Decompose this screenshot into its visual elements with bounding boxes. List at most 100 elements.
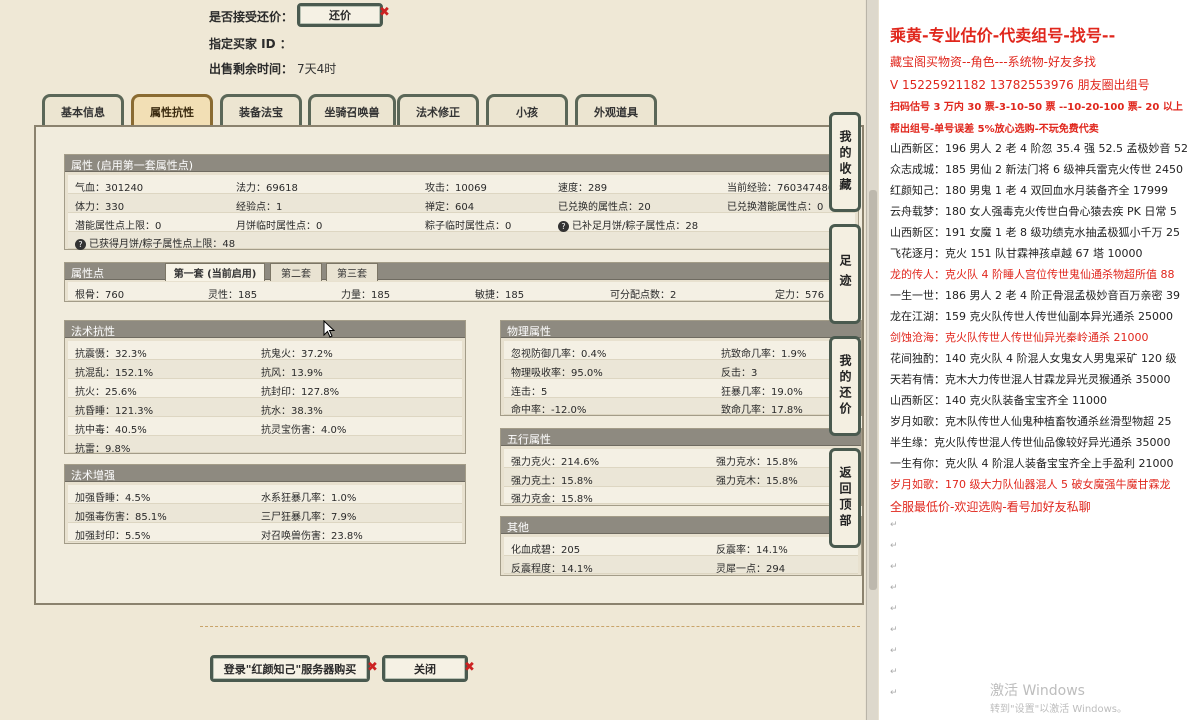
enhance-cell: 加强封印：5.5% (75, 531, 151, 542)
paragraph-mark-icon: ↵ (890, 625, 898, 635)
buyer-id-label: 指定买家 ID ： (209, 37, 292, 51)
points-box: 属性点 第一套 (当前启用) 第二套 第三套 根骨：760 灵性：185 力量：… (64, 262, 859, 302)
notes-item: 红颜知己：180 男鬼 1 老 4 双回血水月装备齐全 17999 (890, 184, 1168, 197)
resist-cell: 抗雷：9.8% (75, 444, 131, 455)
notes-item: 云舟载梦：180 女人强毒克火传世白骨心猿去疾 PK 日常 5 (890, 205, 1177, 218)
pt-bone: 根骨：760 (75, 290, 125, 301)
notes-item: 一生一世：186 男人 2 老 4 阶正骨混孟极妙音百万亲密 39 (890, 289, 1180, 302)
notes-item: 众志成城：185 男仙 2 新法门将 6 级神兵雷克火传世 2450 (890, 163, 1183, 176)
resist-cell: 抗中毒：40.5% (75, 425, 147, 436)
resist-cell: 抗灵宝伤害：4.0% (261, 425, 347, 436)
help-icon[interactable]: ? (75, 238, 86, 250)
tab-mounts[interactable]: 坐骑召唤兽 (308, 94, 396, 126)
notes-line: 扫码估号 3 万内 30 票-3-10-50 票 --10-20-100 票- … (890, 102, 1183, 113)
back-to-top-button[interactable]: 返回顶部 (829, 448, 861, 548)
resist-cell: 抗昏睡：121.3% (75, 406, 154, 417)
physical-cell: 致命几率：17.8% (721, 405, 803, 416)
tab-attributes[interactable]: 属性抗性 (131, 94, 213, 126)
notes-footer: 全服最低价-欢迎选购-看号加好友私聊 (890, 500, 1091, 514)
stat-limit: ? 已获得月饼/粽子属性点上限：48 (75, 235, 235, 250)
physical-title: 物理属性 (501, 321, 861, 338)
stat-redeemed-potential: 已兑换潜能属性点：0 (727, 202, 824, 213)
physical-cell: 连击：5 (511, 387, 548, 398)
physical-cell: 忽视防御几率：0.4% (511, 349, 607, 360)
notes-line: 帮出组号-单号误差 5%放心选购-不玩免费代卖 (890, 124, 1099, 135)
tab-basic[interactable]: 基本信息 (42, 94, 124, 126)
my-favorites-button[interactable]: 我的收藏 (829, 112, 861, 212)
resist-cell: 抗混乱：152.1% (75, 368, 154, 379)
notes-item: 一生有你：克火队 4 阶混人装备宝宝齐全上手盈利 21000 (890, 457, 1174, 470)
footprints-button[interactable]: 足迹 (829, 224, 861, 324)
tab-equipment[interactable]: 装备法宝 (220, 94, 302, 126)
resist-cell: 抗水：38.3% (261, 406, 323, 417)
notes-line: 藏宝阁买物资--角色---系统物-好友多找 (890, 55, 1096, 69)
notes-title: 乘黄-专业估价-代卖组号-找号-- (890, 26, 1116, 45)
counter-offer-button[interactable]: 还价 (297, 3, 383, 27)
tab-children[interactable]: 小孩 (486, 94, 568, 126)
resist-cell: 抗震慑：32.3% (75, 349, 147, 360)
scrollbar[interactable] (866, 0, 878, 720)
login-buy-button[interactable]: 登录"红颜知己"服务器购买 (210, 655, 370, 682)
notes-item: 飞花逐月：克火 151 队甘霖神孩卓越 67 塔 10000 (890, 247, 1143, 260)
elements-box: 五行属性 强力克火：214.6% 强力克水：15.8% 强力克土：15.8% 强… (500, 428, 862, 506)
paragraph-mark-icon: ↵ (890, 541, 898, 551)
attributes-box: 属性 (启用第一套属性点) 气血：301240 法力：69618 攻击：1006… (64, 154, 859, 250)
stat-potential-limit: 潜能属性点上限：0 (75, 221, 162, 232)
stat-speed: 速度：289 (558, 183, 608, 194)
stat-zen: 禅定：604 (425, 202, 475, 213)
pt-strength: 力量：185 (341, 290, 391, 301)
subtab-set3[interactable]: 第三套 (326, 263, 378, 281)
help-icon[interactable]: ? (558, 220, 569, 232)
notes-item: 花间独酌：140 克火队 4 阶混人女鬼女人男鬼采矿 120 级 (890, 352, 1177, 365)
notes-item: 岁月如歌：170 级大力队仙器混人 5 破女魔强牛魔甘霖龙 (890, 478, 1171, 491)
enhance-cell: 对召唤兽伤害：23.8% (261, 531, 363, 542)
attributes-title: 属性 (启用第一套属性点) (65, 155, 858, 172)
paragraph-mark-icon: ↵ (890, 688, 898, 698)
time-left-label: 出售剩余时间： (209, 62, 294, 76)
pt-agility: 敏捷：185 (475, 290, 525, 301)
stat-mooncake: 月饼临时属性点：0 (236, 221, 323, 232)
tab-spell-mod[interactable]: 法术修正 (397, 94, 479, 126)
paragraph-mark-icon: ↵ (890, 583, 898, 593)
notes-item: 山西新区：140 克火队装备宝宝齐全 11000 (890, 394, 1107, 407)
physical-cell: 物理吸收率：95.0% (511, 368, 603, 379)
physical-cell: 反击：3 (721, 368, 758, 379)
physical-cell: 抗致命几率：1.9% (721, 349, 807, 360)
other-cell: 反震率：14.1% (716, 545, 788, 556)
physical-cell: 狂暴几率：19.0% (721, 387, 803, 398)
pt-spirit: 灵性：185 (208, 290, 258, 301)
main-pane: 是否接受还价： 还价 ✖ 指定买家 ID ： 出售剩余时间： 7天4时 基本信息… (0, 0, 865, 720)
notes-item: 龙的传人：克火队 4 阶睡人宫位传世鬼仙通杀物超所值 88 (890, 268, 1175, 281)
paragraph-mark-icon: ↵ (890, 562, 898, 572)
other-cell: 灵犀一点：294 (716, 564, 786, 575)
notes-document: 乘黄-专业估价-代卖组号-找号-- 藏宝阁买物资--角色---系统物-好友多找 … (879, 0, 1188, 720)
elements-title: 五行属性 (501, 429, 861, 446)
mouse-cursor-icon (323, 320, 335, 338)
resist-cell: 抗封印：127.8% (261, 387, 340, 398)
time-left-value: 7天4时 (297, 62, 337, 76)
paragraph-mark-icon: ↵ (890, 520, 898, 530)
element-cell: 强力克木：15.8% (716, 476, 798, 487)
close-button[interactable]: 关闭 (382, 655, 468, 682)
notes-item: 岁月如歌：克木队传世人仙鬼种植畜牧通杀丝滑型物超 25 (890, 415, 1172, 428)
notes-line: V 15225921182 13782553976 朋友圈出组号 (890, 78, 1150, 92)
other-cell: 反震程度：14.1% (511, 564, 593, 575)
resist-box: 法术抗性 抗震慑：32.3% 抗鬼火：37.2% 抗混乱：152.1% 抗风：1… (64, 320, 466, 455)
enhance-cell: 水系狂暴几率：1.0% (261, 493, 357, 504)
other-box: 其他 化血成碧：205 反震率：14.1% 反震程度：14.1% 灵犀一点：29… (500, 516, 862, 576)
pt-free: 可分配点数：2 (610, 290, 677, 301)
element-cell: 强力克土：15.8% (511, 476, 593, 487)
physical-box: 物理属性 忽视防御几率：0.4% 抗致命几率：1.9% 物理吸收率：95.0% … (500, 320, 862, 416)
pt-focus: 定力：576 (775, 290, 825, 301)
stat-attack: 攻击：10069 (425, 183, 487, 194)
subtab-set1[interactable]: 第一套 (当前启用) (165, 263, 265, 281)
resist-cell: 抗风：13.9% (261, 368, 323, 379)
notes-item: 半生缘：克火队传世混人传世仙品像较好异光通杀 35000 (890, 436, 1171, 449)
my-counter-offers-button[interactable]: 我的还价 (829, 336, 861, 436)
paragraph-mark-icon: ↵ (890, 646, 898, 656)
stat-exp-points: 经验点：1 (236, 202, 283, 213)
subtab-set2[interactable]: 第二套 (270, 263, 322, 281)
scroll-thumb[interactable] (869, 190, 877, 590)
tab-appearance[interactable]: 外观道具 (575, 94, 657, 126)
other-cell: 化血成碧：205 (511, 545, 581, 556)
